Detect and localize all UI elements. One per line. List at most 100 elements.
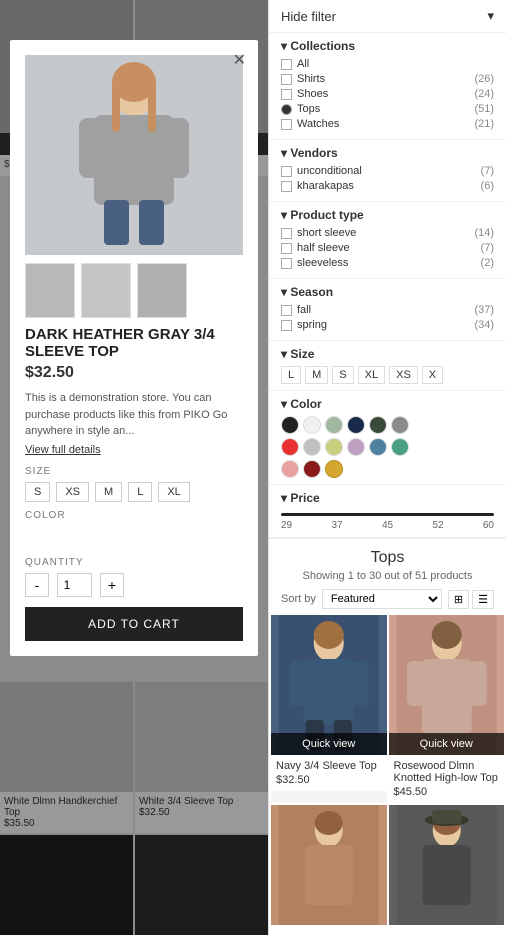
filter-price: ▾ Price 29 37 45 52 60 — [269, 485, 506, 538]
filter-color-title[interactable]: ▾ Color — [281, 397, 494, 411]
color-filter-row-2 — [281, 438, 494, 456]
filter-sleeveless[interactable]: sleeveless (2) — [281, 257, 494, 269]
color-filter-navy[interactable] — [347, 416, 365, 434]
filter-vendor-kharakapas[interactable]: kharakapas (6) — [281, 180, 494, 192]
quick-view-product-1[interactable]: Quick view — [271, 733, 387, 755]
size-filter-row: L M S XL XS X — [281, 366, 494, 384]
filter-collection-shoes[interactable]: Shoes (24) — [281, 88, 494, 100]
size-l[interactable]: L — [128, 482, 152, 502]
filter-vendor-unconditional[interactable]: unconditional (7) — [281, 165, 494, 177]
list-view-button[interactable]: ☰ — [472, 590, 494, 609]
product-card-2: Quick view Rosewood Dlmn Knotted High-lo… — [389, 615, 505, 803]
filter-collection-tops[interactable]: Tops (51) — [281, 103, 494, 115]
color-filter-sage[interactable] — [325, 416, 343, 434]
filter-size-title[interactable]: ▾ Size — [281, 347, 494, 361]
modal-product-price: $32.50 — [25, 364, 243, 382]
filter-collections: ▾ Collections All Shirts (26) Shoes (24)… — [269, 33, 506, 140]
filter-season: ▾ Season fall (37) spring (34) — [269, 279, 506, 341]
product-card-2-info: Rosewood Dlmn Knotted High-low Top $45.5… — [389, 755, 505, 803]
modal-size-options: S XS M L XL — [25, 482, 243, 502]
filter-collection-all[interactable]: All — [281, 58, 494, 70]
product-grid: Quick view Navy 3/4 Sleeve Top $32.50 — [269, 615, 506, 803]
filter-half-sleeve[interactable]: half sleeve (7) — [281, 242, 494, 254]
filter-size-m[interactable]: M — [305, 366, 328, 384]
filter-product-type-title[interactable]: ▾ Product type — [281, 208, 494, 222]
color-filter-black[interactable] — [281, 416, 299, 434]
filter-vendors-title[interactable]: ▾ Vendors — [281, 146, 494, 160]
modal-thumb-2[interactable] — [81, 263, 131, 318]
color-filter-red[interactable] — [281, 438, 299, 456]
size-m[interactable]: M — [95, 482, 122, 502]
modal-thumb-3[interactable] — [137, 263, 187, 318]
filter-vendors: ▾ Vendors unconditional (7) kharakapas (… — [269, 140, 506, 202]
filter-season-title[interactable]: ▾ Season — [281, 285, 494, 299]
color-filter-dark-red[interactable] — [303, 460, 321, 478]
color-filter-lavender[interactable] — [347, 438, 365, 456]
filter-fall[interactable]: fall (37) — [281, 304, 494, 316]
quick-view-product-2[interactable]: Quick view — [389, 733, 505, 755]
product-modal: ✕ — [10, 40, 258, 656]
color-filter-gold[interactable] — [325, 460, 343, 478]
filter-checkbox-watches — [281, 119, 292, 130]
filter-size-s[interactable]: S — [332, 366, 353, 384]
quantity-decrease-button[interactable]: - — [25, 573, 49, 597]
quantity-input[interactable] — [57, 573, 92, 597]
price-slider[interactable] — [281, 513, 494, 516]
color-filter-pink[interactable] — [281, 460, 299, 478]
size-xs[interactable]: XS — [56, 482, 89, 502]
quantity-increase-button[interactable]: + — [100, 573, 124, 597]
modal-product-image — [25, 55, 243, 255]
filter-collection-watches[interactable]: Watches (21) — [281, 118, 494, 130]
filter-header[interactable]: Hide filter ▾ — [269, 0, 506, 33]
modal-view-details-link[interactable]: View full details — [25, 444, 243, 456]
filter-spring[interactable]: spring (34) — [281, 319, 494, 331]
filter-collections-title[interactable]: ▾ Collections — [281, 39, 494, 53]
listing-count: Showing 1 to 30 out of 51 products — [269, 570, 506, 582]
modal-quantity-row: - + — [25, 573, 243, 597]
sort-label: Sort by — [281, 593, 316, 605]
filter-size-l[interactable]: L — [281, 366, 301, 384]
modal-color-swatches — [25, 527, 243, 547]
filter-color: ▾ Color — [269, 391, 506, 485]
filter-collection-shirts[interactable]: Shirts (26) — [281, 73, 494, 85]
filter-header-label: Hide filter — [281, 9, 336, 24]
color-filter-yellow-green[interactable] — [325, 438, 343, 456]
add-to-cart-button[interactable]: ADD TO CART — [25, 607, 243, 641]
filter-size-xs[interactable]: XS — [389, 366, 418, 384]
modal-thumb-1[interactable] — [25, 263, 75, 318]
filter-short-sleeve[interactable]: short sleeve (14) — [281, 227, 494, 239]
size-xl[interactable]: XL — [158, 482, 189, 502]
sort-select[interactable]: Featured Price: Low to High Price: High … — [322, 589, 442, 609]
color-filter-blue[interactable] — [369, 438, 387, 456]
product-card-1-img: Quick view — [271, 615, 387, 755]
modal-color-label: COLOR — [25, 510, 243, 521]
filter-checkbox-kharakapas — [281, 181, 292, 192]
filter-size: ▾ Size L M S XL XS X — [269, 341, 506, 391]
color-filter-silver[interactable] — [303, 438, 321, 456]
grid-view-button[interactable]: ⊞ — [448, 590, 469, 609]
sort-row: Sort by Featured Price: Low to High Pric… — [269, 589, 506, 615]
color-filter-teal[interactable] — [391, 438, 409, 456]
product-card-3 — [271, 805, 387, 935]
color-filter-dark-green[interactable] — [369, 416, 387, 434]
listing-title: Tops — [269, 549, 506, 567]
size-s[interactable]: S — [25, 482, 50, 502]
product-card-4-info — [389, 925, 505, 935]
product-1-name: Navy 3/4 Sleeve Top — [276, 760, 382, 772]
product-grid-row-2 — [269, 803, 506, 935]
product-card-2-img: Quick view — [389, 615, 505, 755]
filter-price-title[interactable]: ▾ Price — [281, 491, 494, 505]
color-filter-row-1 — [281, 416, 494, 434]
filter-checkbox-sleeveless — [281, 258, 292, 269]
product-card-4-img — [389, 805, 505, 925]
filter-size-x[interactable]: X — [422, 366, 443, 384]
color-filter-white[interactable] — [303, 416, 321, 434]
modal-close-button[interactable]: ✕ — [233, 50, 246, 70]
color-filter-gray[interactable] — [391, 416, 409, 434]
filter-radio-tops — [281, 104, 292, 115]
filter-checkbox-unconditional — [281, 166, 292, 177]
filter-size-xl[interactable]: XL — [358, 366, 385, 384]
modal-product-description: This is a demonstration store. You can p… — [25, 390, 243, 440]
modal-thumbnails — [25, 263, 243, 318]
color-filter-row-3 — [281, 460, 494, 478]
